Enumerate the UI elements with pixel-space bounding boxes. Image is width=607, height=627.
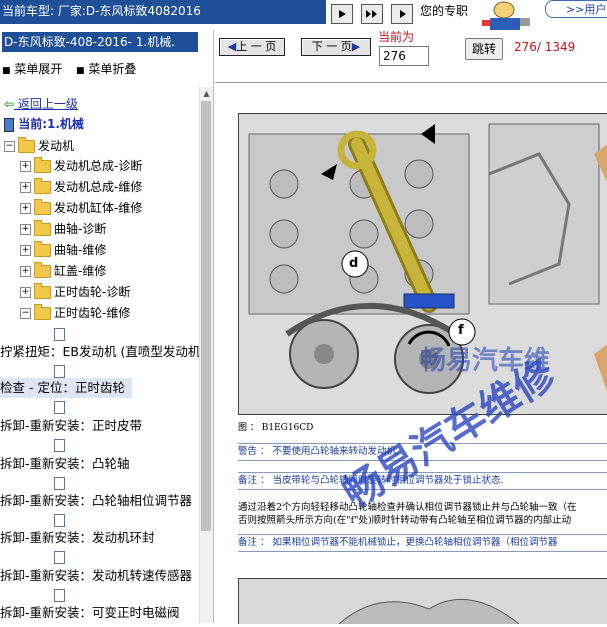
folder-icon (34, 178, 51, 194)
note-box: 备注 ： 如果相位调节器不能机械锁止，更换凸轮轴相位调节器（相位调节器 (238, 534, 607, 552)
collapse-icon[interactable]: − (20, 308, 31, 319)
tree-item-label: 缸盖-维修 (54, 264, 107, 278)
collapse-all-menu[interactable]: ■ 菜单折叠 (76, 60, 136, 77)
expand-all-menu[interactable]: ■ 菜单展开 (2, 60, 62, 77)
scrollbar-thumb[interactable] (201, 101, 211, 531)
tree-item-label: 发动机总成-诊断 (54, 159, 143, 173)
prev-page-button[interactable]: ◀上 一 页 (219, 38, 285, 56)
tree-item[interactable]: − 正时齿轮-维修 (20, 303, 130, 323)
document-icon (54, 364, 65, 378)
callout-d: d (349, 256, 359, 271)
callout-f: f (458, 323, 464, 338)
square-bullet-icon: ■ (76, 66, 85, 76)
current-page-label: 当前为 (378, 30, 415, 44)
tree-item[interactable]: + 曲轴-诊断 (20, 219, 106, 239)
folder-icon (34, 199, 51, 215)
expand-icon[interactable]: + (20, 203, 31, 214)
expand-icon[interactable]: + (20, 266, 31, 277)
tree-item-label: 发动机缸体-维修 (54, 201, 143, 215)
leaf-item[interactable]: 拆卸-重新安装：可变正时电磁阀 (0, 603, 180, 623)
document-icon (54, 400, 65, 414)
document-icon (54, 513, 65, 527)
current-node-label: 当前:1.机械 (18, 117, 84, 131)
tree-root-label: 发动机 (38, 139, 75, 153)
selected-model-title: D-东风标致-408-2016- 1.机械. (2, 32, 198, 52)
figure-caption: 图 ： B1EG16CD (238, 423, 314, 433)
tree-item[interactable]: + 发动机缸体-维修 (20, 198, 142, 218)
leaf-item[interactable]: 拧紧扭矩：EB发动机 (直喷型发动机 (0, 342, 200, 362)
expand-icon[interactable]: + (20, 161, 31, 172)
tree-item-label: 曲轴-维修 (54, 243, 107, 257)
tree-item[interactable]: + 正时齿轮-诊断 (20, 282, 130, 302)
expand-icon[interactable]: + (20, 224, 31, 235)
catalog-sidebar: D-东风标致-408-2016- 1.机械. ■ 菜单展开 ■ 菜单折叠 ⇦ 返… (0, 30, 214, 623)
leaf-item[interactable]: 拆卸-重新安装：发动机环封 (0, 528, 155, 548)
arrow-right-icon: ▶ (351, 40, 361, 53)
document-icon (54, 438, 65, 452)
scroll-up-icon[interactable]: ▲ (200, 87, 213, 100)
jump-button[interactable]: 跳转 (465, 38, 503, 60)
tree-item-label: 正时齿轮-诊断 (54, 285, 131, 299)
mascot-icon (472, 0, 534, 30)
folder-icon (34, 304, 51, 320)
tree-item[interactable]: + 缸盖-维修 (20, 261, 106, 281)
expand-all-label: 菜单展开 (14, 62, 63, 76)
tree-item[interactable]: + 发动机总成-诊断 (20, 156, 142, 176)
current-car-label: 当前车型: 厂家:D-东风标致4082016 (0, 0, 326, 24)
leaf-item[interactable]: 拆卸-重新安装：凸轮轴 (0, 454, 130, 474)
leaf-item[interactable]: 拆卸-重新安装：正时皮带 (0, 416, 142, 436)
document-icon (54, 327, 65, 341)
leaf-item[interactable]: 拆卸-重新安装：发动机转速传感器 (0, 566, 192, 586)
folder-icon (34, 220, 51, 236)
expand-icon[interactable]: + (20, 245, 31, 256)
folder-icon (34, 157, 51, 173)
folder-icon (34, 283, 51, 299)
folder-icon (34, 262, 51, 278)
page-count: 276/ 1349 (514, 40, 576, 54)
tree-item-label: 发动机总成-维修 (54, 180, 143, 194)
document-icon (54, 588, 65, 602)
double-play-icon[interactable] (361, 4, 383, 24)
tree-item[interactable]: + 发动机总成-维修 (20, 177, 142, 197)
folder-icon (18, 137, 35, 153)
leaf-item-selected[interactable]: 检查 - 定位：正时齿轮 (0, 378, 132, 398)
document-icon (54, 476, 65, 490)
top-bar: 当前车型: 厂家:D-东风标致4082016 您的专职 >>用户 (0, 0, 607, 30)
expert-label: 您的专职 (420, 4, 469, 18)
tree-root-engine[interactable]: − 发动机 (4, 136, 74, 156)
sidebar-scrollbar[interactable]: ▲ (199, 87, 213, 623)
play-left-icon[interactable] (391, 4, 413, 24)
leaf-item[interactable]: 拆卸-重新安装：凸轮轴相位调节器 (0, 491, 192, 511)
expand-icon[interactable]: + (20, 182, 31, 193)
engine-illustration-partial (239, 579, 607, 625)
book-icon (4, 117, 14, 132)
current-node: 当前:1.机械 (4, 114, 84, 134)
folder-icon (34, 241, 51, 257)
tree-item-label: 正时齿轮-维修 (54, 306, 131, 320)
collapse-all-label: 菜单折叠 (88, 62, 137, 76)
play-icon[interactable] (331, 4, 353, 24)
expand-icon[interactable]: + (20, 287, 31, 298)
tree-item-label: 曲轴-诊断 (54, 222, 107, 236)
square-bullet-icon: ■ (2, 66, 11, 76)
body-text-line: 否则按照箭头所示方向(在"f"处)顺时针转动带有凸轮轴至相位调节器的内部止动 (238, 515, 572, 526)
body-text-line: 通过沿着2个方向轻轻移动凸轮轴检查并确认相位调节器锁止并与凸轮轴一致（在 (238, 502, 577, 513)
user-link[interactable]: >>用户 (545, 0, 607, 18)
next-page-button[interactable]: 下 一 页▶ (301, 38, 371, 56)
collapse-icon[interactable]: − (4, 141, 15, 152)
back-arrow-icon: ⇦ (4, 97, 15, 111)
arrow-left-icon: ◀ (227, 40, 237, 53)
document-icon (54, 550, 65, 564)
back-link[interactable]: ⇦ 返回上一级 (4, 94, 78, 114)
tree-item[interactable]: + 曲轴-维修 (20, 240, 106, 260)
engine-diagram-2 (238, 578, 607, 625)
page-number-input[interactable] (379, 46, 429, 66)
back-link-label: 返回上一级 (17, 97, 78, 111)
toolbar-divider (215, 82, 607, 83)
